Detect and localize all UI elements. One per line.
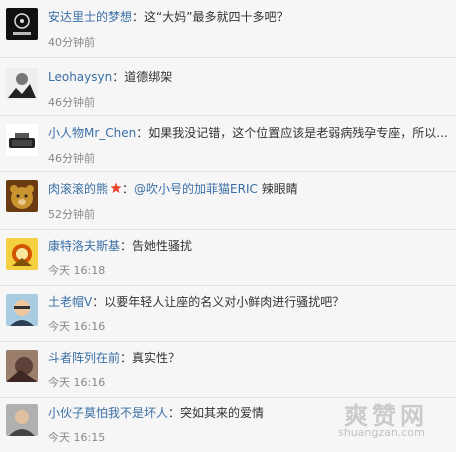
comment-text: 告她性骚扰 — [132, 239, 193, 253]
comment-time: 今天 16:16 — [48, 376, 106, 389]
comment-time: 46分钟前 — [48, 152, 95, 165]
comment-text: 以要年轻人让座的名义对小鲜肉进行骚扰吧？ — [104, 295, 345, 309]
separator: ： — [168, 406, 181, 420]
star-badge-icon — [110, 182, 122, 193]
avatar[interactable] — [6, 404, 38, 436]
comment-item: 斗者阵列在前：真实性？ 今天 16:16 — [0, 342, 456, 398]
comment-list: 安达里士的梦想：这“大妈”最多就四十多吧？ 40分钟前 Leohaysyn：道德… — [0, 0, 456, 452]
username-link[interactable]: 斗者阵列在前 — [48, 351, 120, 365]
comment-time: 46分钟前 — [48, 96, 95, 109]
username-link[interactable]: 康特洛夫斯基 — [48, 239, 120, 253]
comment-time: 今天 16:15 — [48, 431, 106, 444]
comment-item: 土老帽V：以要年轻人让座的名义对小鲜肉进行骚扰吧？ 今天 16:16 — [0, 286, 456, 342]
comment-item: 小人物Mr_Chen：如果我没记错，这个位置应该是老弱病残孕专座，所以... 4… — [0, 116, 456, 172]
avatar[interactable] — [6, 238, 38, 270]
avatar[interactable] — [6, 8, 38, 40]
watermark: 爽赞网 shuangzan.com — [332, 396, 452, 440]
avatar[interactable] — [6, 180, 38, 212]
mention-link[interactable]: @吹小号的加菲猫ERIC — [134, 182, 258, 196]
comment-item: 安达里士的梦想：这“大妈”最多就四十多吧？ 40分钟前 — [0, 0, 456, 58]
separator: ： — [120, 351, 133, 365]
avatar[interactable] — [6, 294, 38, 326]
comment-text: 如果我没记错，这个位置应该是老弱病残孕专座，所以... — [148, 126, 448, 140]
separator: ： — [136, 126, 149, 140]
comment-text: 真实性？ — [132, 351, 181, 365]
username-link[interactable]: 安达里士的梦想 — [48, 10, 132, 24]
username-link[interactable]: 肉滚滚的熊 — [48, 182, 108, 196]
separator: ： — [132, 10, 145, 24]
comment-text: 道德绑架 — [124, 70, 173, 84]
comment-time: 40分钟前 — [48, 36, 95, 49]
separator: ： — [122, 182, 135, 196]
comment-item: Leohaysyn：道德绑架 46分钟前 — [0, 58, 456, 116]
username-link[interactable]: 小人物Mr_Chen — [48, 126, 136, 140]
username-link[interactable]: 土老帽V — [48, 295, 92, 309]
username-link[interactable]: Leohaysyn — [48, 70, 112, 84]
comment-time: 今天 16:18 — [48, 264, 106, 277]
separator: ： — [112, 70, 125, 84]
comment-time: 今天 16:16 — [48, 320, 106, 333]
watermark-url: shuangzan.com — [338, 426, 425, 439]
avatar[interactable] — [6, 68, 38, 100]
username-link[interactable]: 小伙子莫怕我不是坏人 — [48, 406, 168, 420]
comment-text: 这“大妈”最多就四十多吧？ — [144, 10, 289, 24]
avatar[interactable] — [6, 124, 38, 156]
comment-item: 康特洛夫斯基：告她性骚扰 今天 16:18 — [0, 230, 456, 286]
avatar[interactable] — [6, 350, 38, 382]
comment-text: 辣眼睛 — [257, 182, 298, 196]
separator: ： — [120, 239, 133, 253]
comment-time: 52分钟前 — [48, 208, 95, 221]
separator: ： — [92, 295, 105, 309]
comment-item: 肉滚滚的熊 ：@吹小号的加菲猫ERIC 辣眼睛 52分钟前 — [0, 172, 456, 230]
comment-text: 突如其来的爱情 — [180, 406, 265, 420]
